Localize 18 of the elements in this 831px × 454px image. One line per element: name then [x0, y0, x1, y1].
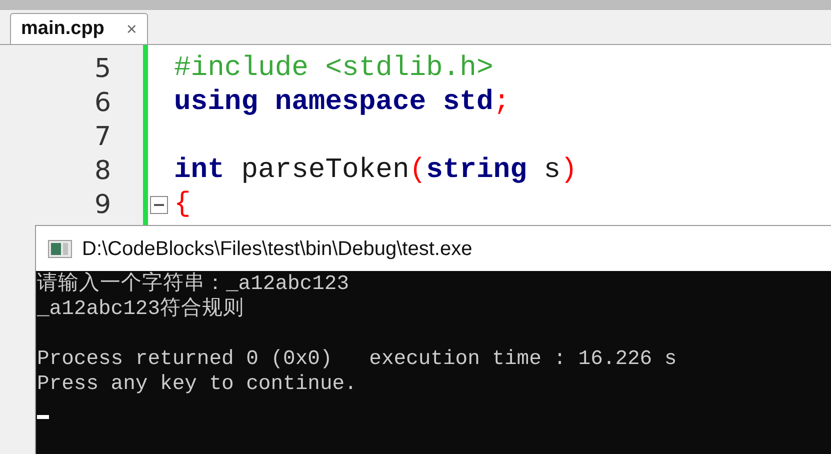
collapse-icon[interactable] [150, 196, 168, 214]
console-text: _a12abc123符合规则 [37, 297, 244, 322]
line-number: 8 [93, 155, 112, 188]
line-number: 6 [93, 87, 112, 120]
file-tab[interactable]: main.cpp × [10, 13, 148, 44]
console-icon [48, 240, 72, 258]
line-number: 7 [93, 121, 112, 154]
code-line: #include <stdlib.h> [174, 53, 494, 84]
console-text: Press any key to continue. [37, 372, 357, 397]
console-text: 请输入一个字符串：_a12abc123 [37, 272, 350, 297]
code-line: { [174, 189, 191, 220]
console-text: Process returned 0 (0x0) execution time : 16.226 s [37, 347, 677, 372]
line-number: 5 [93, 53, 112, 86]
code-line: using namespace std; [174, 87, 510, 118]
line-number: 9 [93, 189, 112, 222]
window-title: D:\CodeBlocks\Files\test\bin\Debug\test.exe [82, 236, 472, 262]
code-line: int parseToken(string s) [174, 155, 578, 186]
close-icon[interactable]: × [126, 16, 137, 42]
